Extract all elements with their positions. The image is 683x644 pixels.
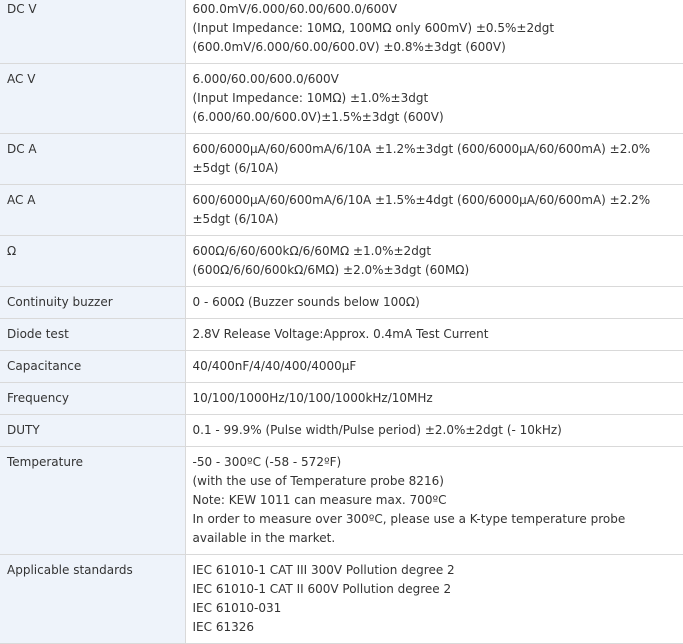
spec-label: Applicable standards — [0, 554, 186, 644]
spec-label: DUTY — [0, 414, 186, 447]
spec-value-line: (Input Impedance: 10MΩ) ±1.0%±3dgt — [192, 91, 429, 105]
spec-value: 10/100/1000Hz/10/100/1000kHz/10MHz — [185, 382, 683, 415]
spec-row-applicable-standards: Applicable standards IEC 61010-1 CAT III… — [0, 554, 683, 644]
spec-value-line: (6.000/60.00/600.0V)±1.5%±3dgt (600V) — [192, 110, 444, 124]
spec-value-line: 40/400nF/4/40/400/4000µF — [192, 359, 357, 373]
spec-value-line: IEC 61010-031 — [192, 601, 282, 615]
spec-label: DC A — [0, 133, 186, 185]
spec-value-line: 6.000/60.00/600.0/600V — [192, 72, 339, 86]
spec-value-line: IEC 61010-1 CAT II 600V Pollution degree… — [192, 582, 452, 596]
spec-value-line: (600.0mV/6.000/60.00/600.0V) ±0.8%±3dgt … — [192, 40, 506, 54]
spec-row-resistance: Ω 600Ω/6/60/600kΩ/6/60MΩ ±1.0%±2dgt (600… — [0, 235, 683, 287]
spec-value-line: 600Ω/6/60/600kΩ/6/60MΩ ±1.0%±2dgt — [192, 244, 432, 258]
spec-value: 40/400nF/4/40/400/4000µF — [185, 350, 683, 383]
spec-label: AC V — [0, 63, 186, 134]
spec-value: 600/6000µA/60/600mA/6/10A ±1.2%±3dgt (60… — [185, 133, 683, 185]
spec-value: 600.0mV/6.000/60.00/600.0/600V (Input Im… — [185, 0, 683, 64]
spec-label: Capacitance — [0, 350, 186, 383]
spec-row-ac-a: AC A 600/6000µA/60/600mA/6/10A ±1.5%±4dg… — [0, 184, 683, 236]
spec-label: Ω — [0, 235, 186, 287]
spec-row-diode-test: Diode test 2.8V Release Voltage:Approx. … — [0, 318, 683, 351]
spec-row-frequency: Frequency 10/100/1000Hz/10/100/1000kHz/1… — [0, 382, 683, 415]
spec-value-line: -50 - 300ºC (-58 - 572ºF) — [192, 455, 342, 469]
spec-label: Diode test — [0, 318, 186, 351]
spec-value: -50 - 300ºC (-58 - 572ºF) (with the use … — [185, 446, 683, 555]
spec-row-dc-v: DC V 600.0mV/6.000/60.00/600.0/600V (Inp… — [0, 0, 683, 64]
spec-row-ac-v: AC V 6.000/60.00/600.0/600V (Input Imped… — [0, 63, 683, 134]
spec-label: Continuity buzzer — [0, 286, 186, 319]
spec-value-line: 600.0mV/6.000/60.00/600.0/600V — [192, 2, 398, 16]
spec-value-line: IEC 61010-1 CAT III 300V Pollution degre… — [192, 563, 455, 577]
spec-value: 600Ω/6/60/600kΩ/6/60MΩ ±1.0%±2dgt (600Ω/… — [185, 235, 683, 287]
spec-row-capacitance: Capacitance 40/400nF/4/40/400/4000µF — [0, 350, 683, 383]
spec-value: 0.1 - 99.9% (Pulse width/Pulse period) ±… — [185, 414, 683, 447]
spec-value: 600/6000µA/60/600mA/6/10A ±1.5%±4dgt (60… — [185, 184, 683, 236]
spec-value: IEC 61010-1 CAT III 300V Pollution degre… — [185, 554, 683, 644]
spec-value-line: (600Ω/6/60/600kΩ/6MΩ) ±2.0%±3dgt (60MΩ) — [192, 263, 470, 277]
spec-value-line: In order to measure over 300ºC, please u… — [192, 512, 626, 545]
spec-value: 2.8V Release Voltage:Approx. 0.4mA Test … — [185, 318, 683, 351]
spec-value-line: 2.8V Release Voltage:Approx. 0.4mA Test … — [192, 327, 489, 341]
spec-value-line: 10/100/1000Hz/10/100/1000kHz/10MHz — [192, 391, 433, 405]
spec-value: 0 - 600Ω (Buzzer sounds below 100Ω) — [185, 286, 683, 319]
spec-row-duty: DUTY 0.1 - 99.9% (Pulse width/Pulse peri… — [0, 414, 683, 447]
spec-value-line: (Input Impedance: 10MΩ, 100MΩ only 600mV… — [192, 21, 555, 35]
spec-table: DC V 600.0mV/6.000/60.00/600.0/600V (Inp… — [0, 0, 683, 644]
spec-row-dc-a: DC A 600/6000µA/60/600mA/6/10A ±1.2%±3dg… — [0, 133, 683, 185]
spec-label: Frequency — [0, 382, 186, 415]
spec-value-line: Note: KEW 1011 can measure max. 700ºC — [192, 493, 447, 507]
spec-value-line: IEC 61326 — [192, 620, 255, 634]
spec-value-line: 0.1 - 99.9% (Pulse width/Pulse period) ±… — [192, 423, 562, 437]
spec-value-line: (with the use of Temperature probe 8216) — [192, 474, 444, 488]
spec-value-line: 0 - 600Ω (Buzzer sounds below 100Ω) — [192, 295, 420, 309]
spec-value-line: 600/6000µA/60/600mA/6/10A ±1.5%±4dgt (60… — [192, 193, 651, 226]
spec-row-temperature: Temperature -50 - 300ºC (-58 - 572ºF) (w… — [0, 446, 683, 555]
spec-row-continuity-buzzer: Continuity buzzer 0 - 600Ω (Buzzer sound… — [0, 286, 683, 319]
spec-label: DC V — [0, 0, 186, 64]
spec-value-line: 600/6000µA/60/600mA/6/10A ±1.2%±3dgt (60… — [192, 142, 651, 175]
spec-label: Temperature — [0, 446, 186, 555]
spec-label: AC A — [0, 184, 186, 236]
spec-value: 6.000/60.00/600.0/600V (Input Impedance:… — [185, 63, 683, 134]
